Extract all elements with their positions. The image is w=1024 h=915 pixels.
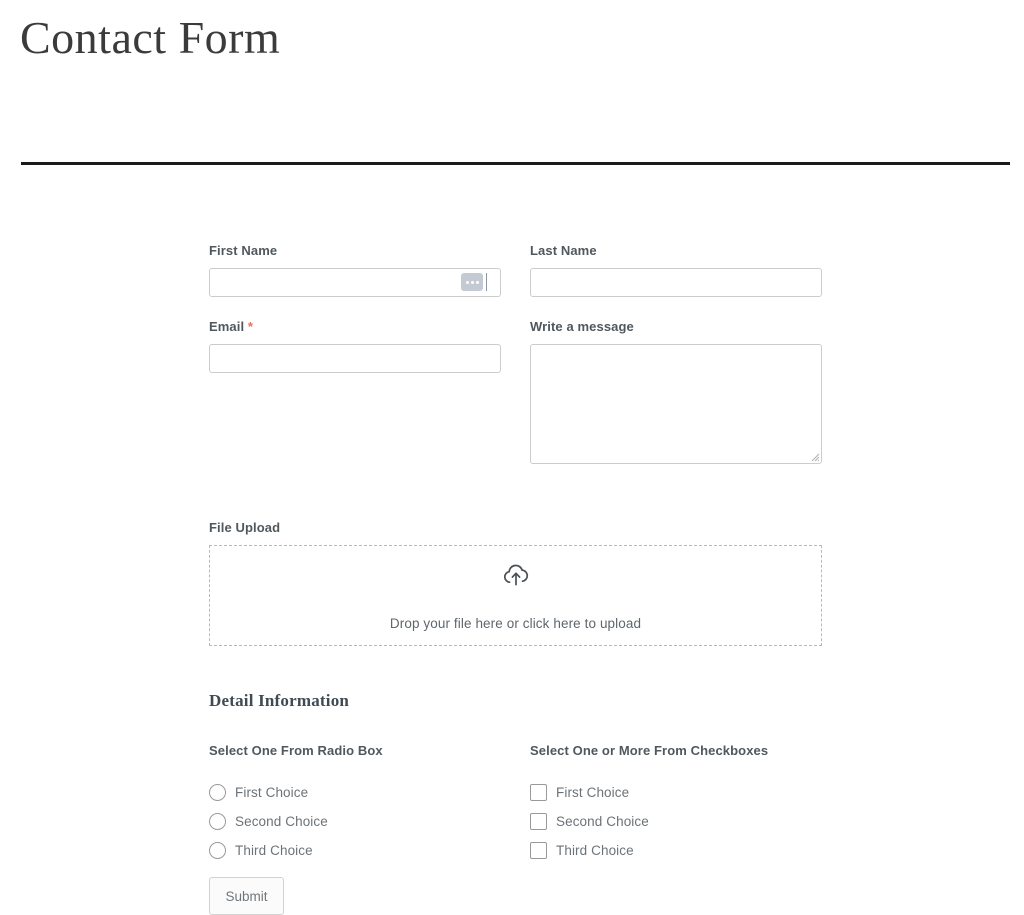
checkbox-group: Select One or More From Checkboxes First…: [530, 743, 822, 915]
radio-group: Select One From Radio Box First Choice S…: [209, 743, 501, 915]
text-caret: [486, 273, 487, 291]
submit-button[interactable]: Submit: [209, 877, 284, 915]
row-spacer: [209, 297, 822, 319]
checkbox-option-third[interactable]: Third Choice: [530, 836, 822, 865]
field-group-last-name: Last Name: [530, 243, 822, 297]
choice-groups-row: Select One From Radio Box First Choice S…: [209, 743, 822, 915]
file-upload-hint: Drop your file here or click here to upl…: [389, 616, 642, 631]
file-upload-label: File Upload: [209, 520, 281, 535]
radio-option-label: First Choice: [235, 785, 309, 800]
email-input[interactable]: [209, 344, 501, 373]
radio-option-label: Second Choice: [235, 814, 328, 829]
email-label-text: Email: [209, 319, 245, 334]
checkbox-group-title: Select One or More From Checkboxes: [530, 743, 769, 758]
file-upload-section: File Upload Drop your file here or click…: [209, 520, 822, 646]
radio-option-first[interactable]: First Choice: [209, 778, 501, 807]
detail-information-heading: Detail Information: [209, 691, 350, 710]
radio-option-second[interactable]: Second Choice: [209, 807, 501, 836]
form-row-names: First Name Last Name: [209, 243, 822, 297]
field-group-first-name: First Name: [209, 243, 501, 297]
radio-button-icon[interactable]: [209, 784, 226, 801]
email-label: Email *: [209, 319, 501, 335]
field-group-email: Email *: [209, 319, 501, 464]
message-textarea[interactable]: [530, 344, 822, 464]
email-input-wrap: [209, 344, 501, 373]
field-group-message: Write a message: [530, 319, 822, 464]
file-upload-dropzone[interactable]: Drop your file here or click here to upl…: [209, 545, 822, 646]
radio-group-title: Select One From Radio Box: [209, 743, 383, 758]
checkbox-option-label: Third Choice: [556, 843, 634, 858]
checkbox-option-second[interactable]: Second Choice: [530, 807, 822, 836]
contact-form: First Name Last Name Email * Write a mes…: [209, 243, 822, 915]
radio-option-label: Third Choice: [235, 843, 313, 858]
checkbox-icon[interactable]: [530, 784, 547, 801]
required-asterisk: *: [247, 319, 254, 334]
cloud-upload-icon: [210, 562, 821, 588]
form-row-email-message: Email * Write a message: [209, 319, 822, 464]
last-name-input[interactable]: [530, 268, 822, 297]
last-name-input-wrap: [530, 268, 822, 297]
three-dots-autofill-icon[interactable]: [461, 273, 483, 291]
message-label: Write a message: [530, 319, 634, 334]
first-name-input-wrap: [209, 268, 501, 297]
checkbox-icon[interactable]: [530, 813, 547, 830]
last-name-label: Last Name: [530, 243, 597, 258]
checkbox-option-label: First Choice: [556, 785, 630, 800]
checkbox-option-label: Second Choice: [556, 814, 649, 829]
page-title: Contact Form: [20, 12, 281, 63]
radio-option-third[interactable]: Third Choice: [209, 836, 501, 865]
first-name-input[interactable]: [209, 268, 501, 297]
radio-button-icon[interactable]: [209, 842, 226, 859]
checkbox-icon[interactable]: [530, 842, 547, 859]
first-name-label: First Name: [209, 243, 278, 258]
header-divider: [21, 162, 1010, 165]
message-textarea-wrap: [530, 344, 822, 464]
checkbox-option-first[interactable]: First Choice: [530, 778, 822, 807]
radio-button-icon[interactable]: [209, 813, 226, 830]
